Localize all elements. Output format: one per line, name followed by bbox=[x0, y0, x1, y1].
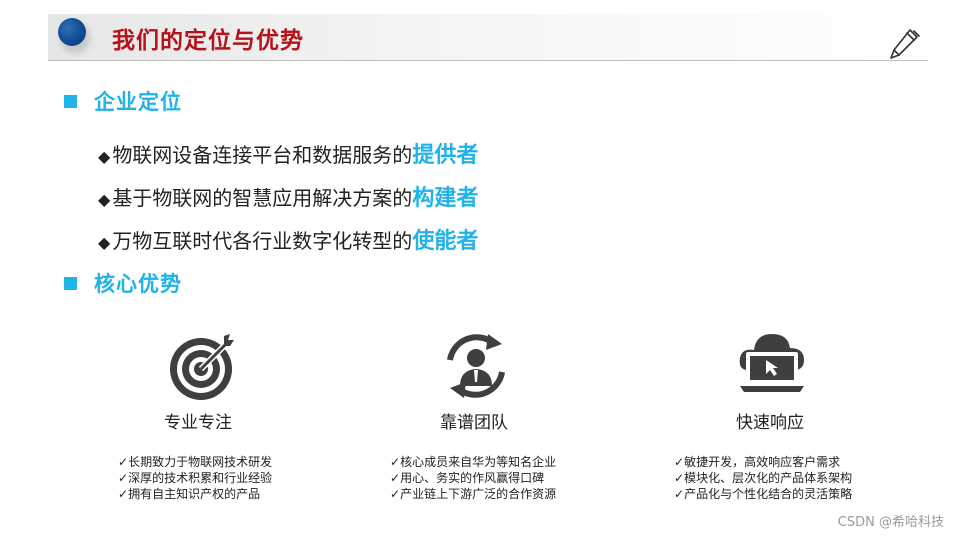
check-icon: ✓ bbox=[390, 487, 401, 501]
positioning-highlight: 提供者 bbox=[412, 143, 479, 168]
positioning-item: ◆ 万物互联时代各行业数字化转型的 使能者 bbox=[98, 223, 478, 255]
positioning-text: 基于物联网的智慧应用解决方案的 bbox=[112, 186, 413, 210]
advantage-title: 专业专注 bbox=[164, 413, 232, 433]
advantage-point: ✓ 模块化、层次化的产品体系架构 bbox=[674, 471, 853, 485]
positioning-highlight: 使能者 bbox=[412, 229, 479, 254]
diamond-bullet-icon: ◆ bbox=[98, 190, 111, 209]
advantage-points: ✓ 敏捷开发，高效响应客户需求 ✓ 模块化、层次化的产品体系架构 ✓ 产品化与个性化结… bbox=[674, 454, 852, 502]
pen-icon bbox=[890, 29, 920, 59]
check-icon: ✓ bbox=[674, 455, 685, 469]
positioning-text: 万物互联时代各行业数字化转型的 bbox=[112, 229, 413, 253]
positioning-item: ◆ 物联网设备连接平台和数据服务的 提供者 bbox=[98, 137, 478, 169]
page-title: 我们的定位与优势 bbox=[112, 28, 304, 54]
advantage-point: ✓ 拥有自主知识产权的产品 bbox=[118, 487, 261, 501]
square-bullet-icon bbox=[64, 276, 77, 290]
advantage-point: ✓ 长期致力于物联网技术研发 bbox=[118, 455, 273, 469]
watermark: CSDN @希哈科技 bbox=[837, 515, 944, 530]
check-icon: ✓ bbox=[674, 471, 685, 485]
section-heading-positioning: 企业定位 bbox=[64, 86, 182, 116]
advantage-point: ✓ 敏捷开发，高效响应客户需求 bbox=[674, 455, 841, 469]
positioning-highlight: 构建者 bbox=[412, 186, 479, 211]
check-icon: ✓ bbox=[118, 487, 129, 501]
check-icon: ✓ bbox=[390, 455, 401, 469]
section-heading-advantages: 核心优势 bbox=[64, 268, 182, 298]
advantage-point: ✓ 核心成员来自华为等知名企业 bbox=[390, 455, 557, 469]
check-icon: ✓ bbox=[118, 455, 129, 469]
square-bullet-icon bbox=[64, 94, 77, 108]
positioning-item: ◆ 基于物联网的智慧应用解决方案的 构建者 bbox=[98, 180, 478, 212]
advantage-point: ✓ 产业链上下游广泛的合作资源 bbox=[390, 487, 557, 501]
check-icon: ✓ bbox=[390, 471, 401, 485]
team-icon bbox=[447, 334, 505, 398]
advantage-point: ✓ 深厚的技术积累和行业经验 bbox=[118, 471, 273, 485]
check-icon: ✓ bbox=[674, 487, 685, 501]
check-icon: ✓ bbox=[118, 471, 129, 485]
advantage-point: ✓ 产品化与个性化结合的灵活策略 bbox=[674, 487, 853, 501]
advantage-title: 快速响应 bbox=[736, 413, 804, 433]
advantage-point: ✓ 用心、务实的作风赢得口碑 bbox=[390, 471, 545, 485]
positioning-text: 物联网设备连接平台和数据服务的 bbox=[112, 143, 413, 167]
section-heading-text: 核心优势 bbox=[94, 272, 182, 296]
advantage-points: ✓ 长期致力于物联网技术研发 ✓ 深厚的技术积累和行业经验 ✓ 拥有自主知识产权的产品 bbox=[118, 454, 272, 502]
advantage-title: 靠谱团队 bbox=[440, 413, 508, 433]
header-divider bbox=[48, 60, 928, 61]
diamond-bullet-icon: ◆ bbox=[98, 233, 111, 252]
section-heading-text: 企业定位 bbox=[94, 90, 182, 114]
title-dot-icon bbox=[58, 18, 86, 46]
target-icon bbox=[170, 334, 234, 400]
advantage-points: ✓ 核心成员来自华为等知名企业 ✓ 用心、务实的作风赢得口碑 ✓ 产业链上下游广泛的合… bbox=[390, 454, 556, 502]
diamond-bullet-icon: ◆ bbox=[98, 147, 111, 166]
cloud-laptop-icon bbox=[739, 334, 804, 392]
